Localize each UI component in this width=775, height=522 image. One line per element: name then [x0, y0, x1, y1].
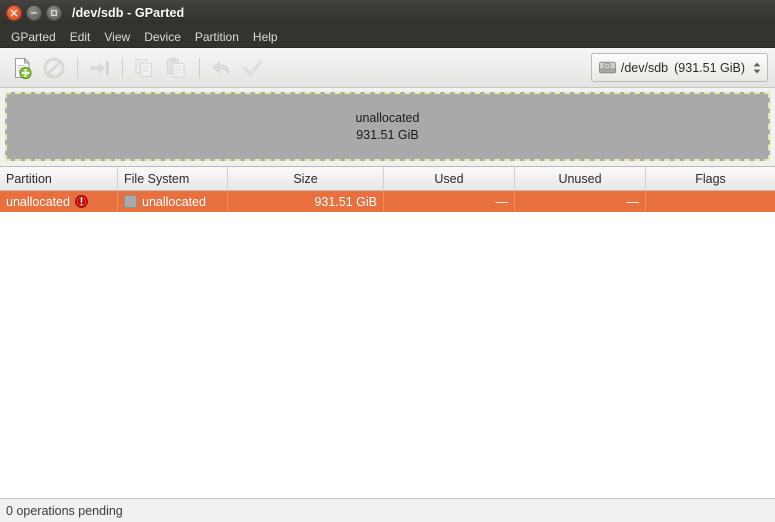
table-row[interactable]: unallocated unallocated 931.51 GiB — — — [0, 191, 775, 212]
window-controls — [6, 5, 62, 21]
gparted-window: /dev/sdb - GParted GParted Edit View Dev… — [0, 0, 775, 522]
cell-size: 931.51 GiB — [228, 191, 384, 212]
toolbar-separator — [122, 57, 123, 78]
column-header-file-system[interactable]: File System — [118, 167, 228, 190]
maximize-icon — [50, 9, 58, 17]
partition-graphic-area: unallocated 931.51 GiB — [0, 88, 775, 166]
toolbar: /dev/sdb (931.51 GiB) — [0, 48, 775, 88]
column-header-size[interactable]: Size — [228, 167, 384, 190]
cell-unused: — — [515, 191, 646, 212]
warning-icon-glyph — [75, 195, 88, 208]
paste-button[interactable] — [161, 53, 191, 83]
menu-help[interactable]: Help — [246, 27, 285, 47]
menu-view[interactable]: View — [97, 27, 137, 47]
undo-button[interactable] — [206, 53, 236, 83]
menu-device[interactable]: Device — [137, 27, 188, 47]
cell-flags — [646, 191, 775, 212]
column-header-unused[interactable]: Unused — [515, 167, 646, 190]
chevron-up-icon — [753, 62, 761, 66]
close-button[interactable] — [6, 5, 22, 21]
status-message: 0 operations pending — [6, 503, 123, 518]
partition-block-unallocated[interactable]: unallocated 931.51 GiB — [5, 92, 770, 161]
statusbar: 0 operations pending — [0, 498, 775, 522]
resize-move-icon — [90, 60, 109, 75]
new-partition-icon — [15, 56, 32, 79]
delete-partition-icon — [43, 57, 65, 78]
table-header-row: Partition File System Size Used Unused F… — [0, 167, 775, 191]
toolbar-separator — [199, 57, 200, 78]
cell-partition-label: unallocated — [6, 194, 70, 209]
cell-partition: unallocated — [0, 191, 118, 212]
cell-file-system: unallocated — [118, 191, 228, 212]
column-header-partition[interactable]: Partition — [0, 167, 118, 190]
menu-partition[interactable]: Partition — [188, 27, 246, 47]
device-size: (931.51 GiB) — [674, 60, 745, 75]
warning-icon[interactable] — [75, 195, 88, 208]
close-icon — [10, 9, 18, 17]
copy-button[interactable] — [129, 53, 159, 83]
window-title: /dev/sdb - GParted — [72, 6, 185, 20]
chevron-down-icon — [753, 69, 761, 73]
cell-used: — — [384, 191, 515, 212]
resize-move-button[interactable] — [84, 53, 114, 83]
delete-partition-button[interactable] — [39, 53, 69, 83]
undo-icon — [212, 61, 229, 74]
toolbar-separator — [77, 57, 78, 78]
minimize-icon — [30, 12, 38, 14]
column-header-flags[interactable]: Flags — [646, 167, 775, 190]
hard-disk-icon — [598, 61, 616, 74]
partition-block-size: 931.51 GiB — [356, 127, 419, 142]
device-name: /dev/sdb — [620, 60, 669, 75]
minimize-button[interactable] — [26, 5, 42, 21]
menubar: GParted Edit View Device Partition Help — [0, 26, 775, 48]
menu-edit[interactable]: Edit — [63, 27, 98, 47]
apply-icon — [243, 59, 263, 76]
file-system-color-swatch — [124, 195, 137, 208]
device-spinner[interactable] — [753, 62, 761, 74]
column-header-used[interactable]: Used — [384, 167, 515, 190]
paste-icon — [167, 57, 185, 77]
partition-table: Partition File System Size Used Unused F… — [0, 166, 775, 498]
table-empty-area — [0, 212, 775, 498]
device-selector[interactable]: /dev/sdb (931.51 GiB) — [590, 53, 768, 82]
maximize-button[interactable] — [46, 5, 62, 21]
copy-icon — [135, 58, 152, 77]
partition-block-name: unallocated — [355, 110, 420, 125]
titlebar: /dev/sdb - GParted — [0, 0, 775, 26]
menu-gparted[interactable]: GParted — [4, 27, 63, 47]
new-partition-button[interactable] — [7, 53, 37, 83]
cell-file-system-label: unallocated — [142, 194, 206, 209]
apply-button[interactable] — [238, 53, 268, 83]
